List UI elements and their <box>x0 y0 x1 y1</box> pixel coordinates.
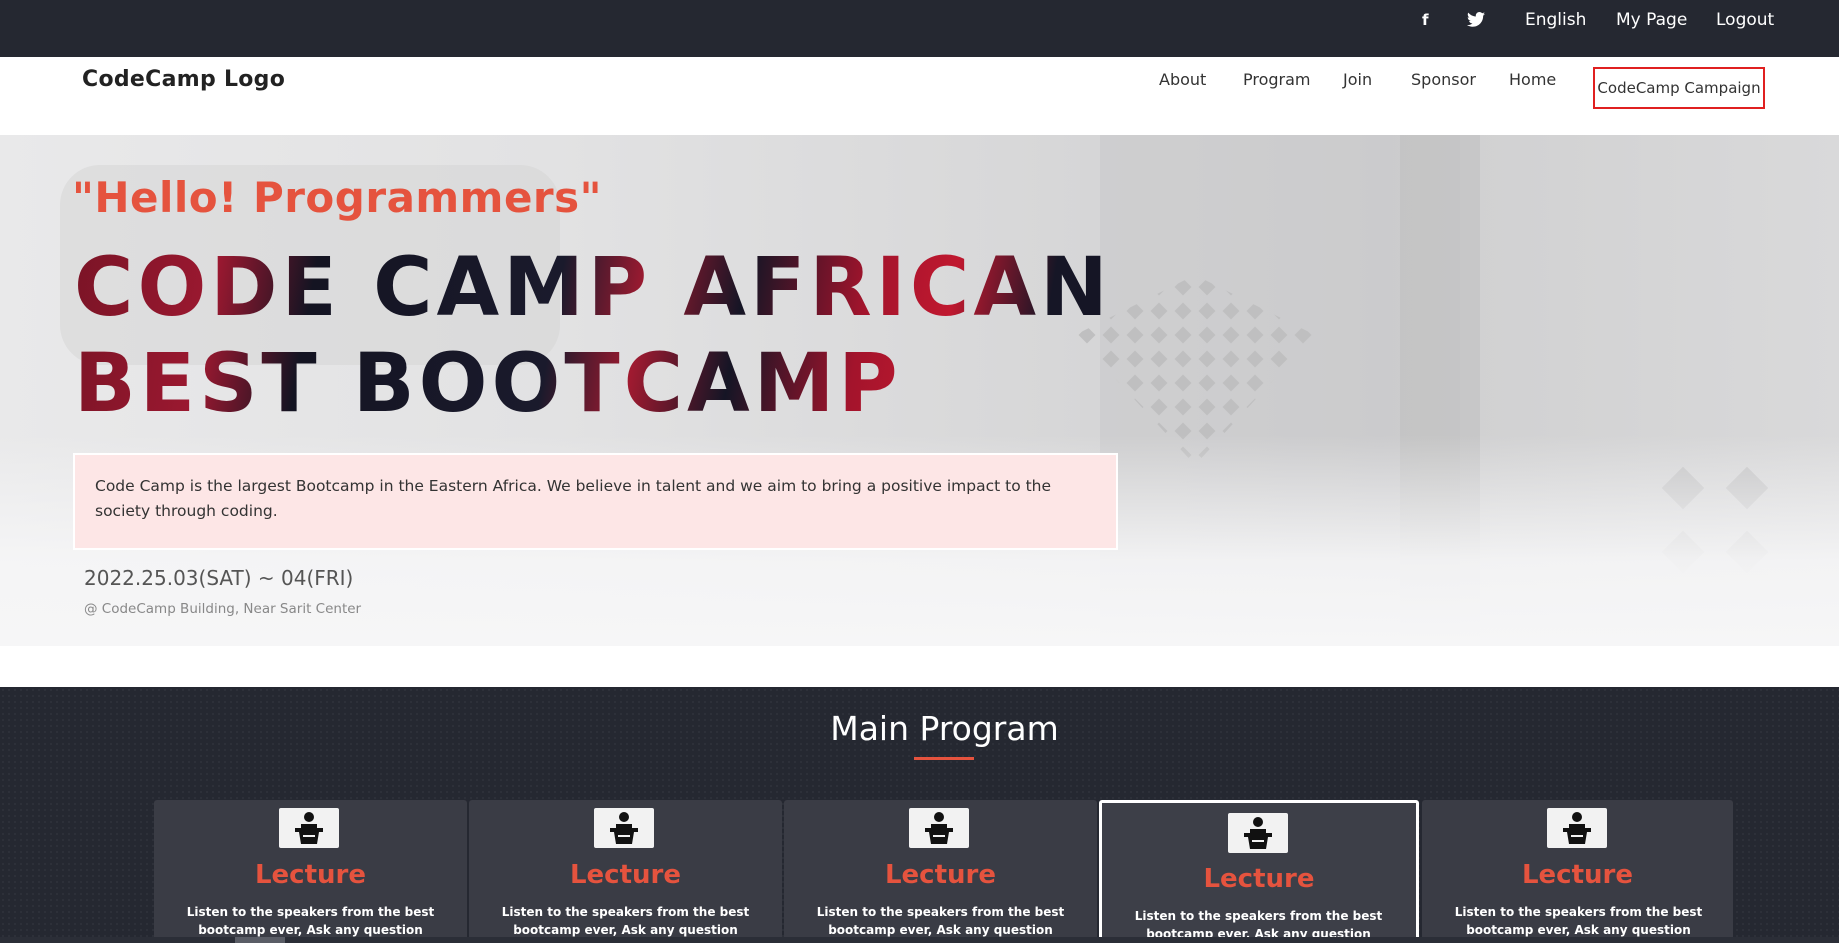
lectern-icon <box>1547 808 1607 848</box>
main-nav: CodeCamp Logo About Program Join Sponsor… <box>0 57 1839 135</box>
hero-headline: CODE CAMP AFRICAN BEST BOOTCAMP <box>74 240 1274 432</box>
card-title: Lecture <box>884 860 996 890</box>
top-bar: f English My Page Logout <box>0 0 1839 57</box>
hero-greeting: "Hello! Programmers" <box>72 173 603 222</box>
twitter-icon[interactable] <box>1467 0 1485 40</box>
my-page-link[interactable]: My Page <box>1616 0 1687 40</box>
logout-link[interactable]: Logout <box>1716 0 1774 40</box>
nav-sponsor[interactable]: Sponsor <box>1411 70 1476 89</box>
language-select[interactable]: English <box>1525 0 1586 40</box>
nav-home[interactable]: Home <box>1509 70 1556 89</box>
event-date: 2022.25.03(SAT) ~ 04(FRI) <box>84 566 354 590</box>
program-card[interactable]: Lecture Listen to the speakers from the … <box>154 800 467 943</box>
program-card[interactable]: Lecture Listen to the speakers from the … <box>784 800 1097 943</box>
program-card[interactable]: Lecture Listen to the speakers from the … <box>1422 800 1733 943</box>
lectern-icon <box>1228 813 1288 853</box>
nav-program[interactable]: Program <box>1243 70 1311 89</box>
nav-join[interactable]: Join <box>1343 70 1372 89</box>
section-title: Main Program <box>830 709 1059 748</box>
hero-description: Code Camp is the largest Bootcamp in the… <box>73 453 1118 550</box>
lectern-icon <box>594 808 654 848</box>
event-venue: @ CodeCamp Building, Near Sarit Center <box>84 601 362 617</box>
main-program-section: Main Program Lecture Listen to the speak… <box>0 687 1839 943</box>
lectern-icon <box>909 808 969 848</box>
site-logo[interactable]: CodeCamp Logo <box>82 67 285 92</box>
scrollbar-thumb[interactable] <box>235 937 285 943</box>
facebook-icon[interactable]: f <box>1422 0 1429 40</box>
card-title: Lecture <box>254 860 366 890</box>
nav-about[interactable]: About <box>1159 70 1206 89</box>
nav-campaign-button[interactable]: CodeCamp Campaign <box>1593 67 1765 109</box>
horizontal-scrollbar[interactable] <box>0 937 1839 943</box>
program-card[interactable]: Lecture Listen to the speakers from the … <box>469 800 782 943</box>
card-title: Lecture <box>1521 860 1633 890</box>
card-title: Lecture <box>1203 864 1315 894</box>
card-title: Lecture <box>569 860 681 890</box>
hero-section: "Hello! Programmers" CODE CAMP AFRICAN B… <box>0 135 1839 646</box>
lectern-icon <box>279 808 339 848</box>
title-underline <box>914 757 974 760</box>
program-card-selected[interactable]: Lecture Listen to the speakers from the … <box>1099 800 1419 943</box>
